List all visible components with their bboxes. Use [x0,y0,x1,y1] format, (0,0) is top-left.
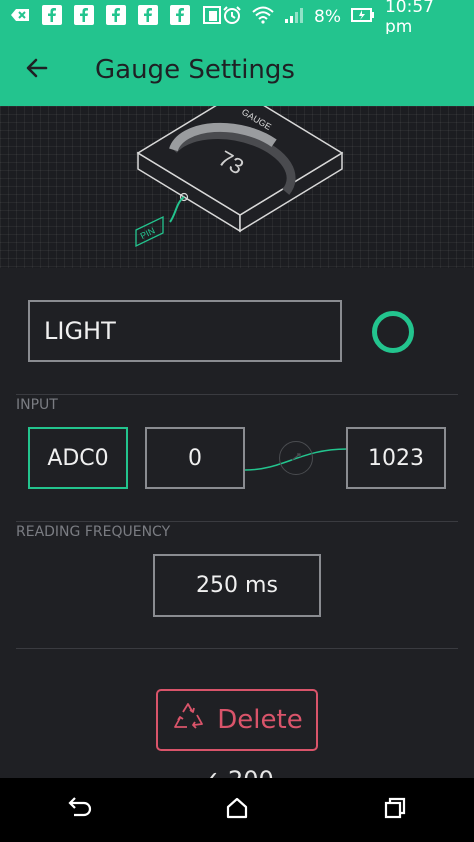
home-icon [225,797,249,823]
page-title: Gauge Settings [95,55,295,85]
recycle-icon [171,701,205,740]
nav-back-button[interactable] [49,780,109,840]
facebook-notification-icon [74,5,94,29]
facebook-notification-icon [106,5,126,29]
dual-window-icon [202,5,222,29]
gauge-widget-illustration: 73 GAUGE PIN [135,90,344,248]
facebook-notification-icon [42,5,62,29]
back-arrow-icon [25,56,49,84]
battery-percent: 8% [314,7,341,27]
input-section-label: INPUT [16,397,58,413]
signal-strength-icon [284,6,304,29]
nav-back-icon [66,797,92,823]
swap-icon [289,449,303,468]
facebook-notification-icon [170,5,190,29]
max-value-field[interactable]: 1023 [346,427,446,489]
range-link-toggle[interactable] [279,441,313,475]
battery-charging-icon [350,7,375,27]
divider [16,394,458,395]
pin-select-button[interactable]: ADC0 [28,427,128,489]
alarm-clock-icon [222,5,242,30]
divider [16,521,458,522]
divider [16,648,458,649]
widget-preview: 73 GAUGE PIN [0,90,474,268]
status-bar: 8% 10:57 pm [0,0,474,37]
nav-home-button[interactable] [207,780,267,840]
color-picker-button[interactable] [372,311,414,353]
reading-frequency-select[interactable]: 250 ms [153,554,321,617]
wifi-icon [252,6,274,29]
recents-icon [383,796,407,824]
reading-frequency-label: READING FREQUENCY [16,524,171,540]
min-value-field[interactable]: 0 [145,427,245,489]
back-button[interactable] [0,34,74,106]
nav-recents-button[interactable] [365,780,425,840]
facebook-notification-icon [138,5,158,29]
keyboard-back-icon [10,7,30,27]
widget-name-field[interactable]: LIGHT [28,300,342,362]
delete-button-label: Delete [217,705,303,735]
navigation-bar [0,778,474,842]
delete-button[interactable]: Delete [156,689,318,751]
app-bar: Gauge Settings [0,34,474,106]
clock: 10:57 pm [384,0,434,37]
